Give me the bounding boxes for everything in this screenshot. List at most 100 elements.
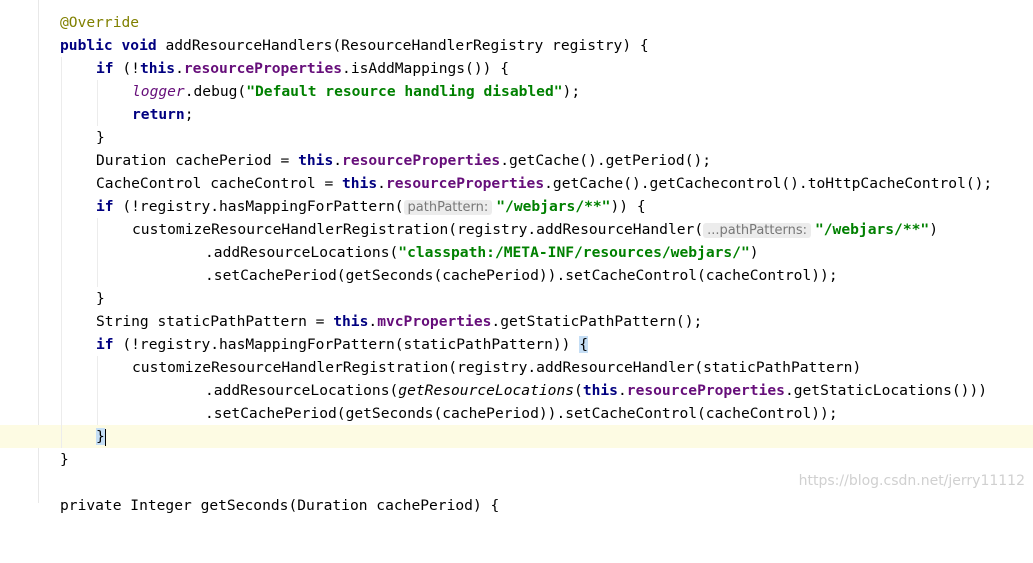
code-line[interactable]: Duration cachePeriod = this.resourceProp…	[0, 149, 1033, 172]
indent-guide	[97, 218, 98, 241]
code-token: )	[749, 244, 759, 261]
code-line[interactable]: if (!registry.hasMappingForPattern(stati…	[0, 333, 1033, 356]
code-token: .	[333, 152, 343, 169]
code-line[interactable]: }	[0, 448, 1033, 471]
code-token: .	[617, 382, 627, 399]
code-line[interactable]: public void addResourceHandlers(Resource…	[0, 34, 1033, 57]
code-token: .	[368, 313, 378, 330]
field-token: resourceProperties	[385, 175, 545, 192]
keyword-token: public	[60, 37, 113, 54]
code-line[interactable]: if (!registry.hasMappingForPattern(pathP…	[0, 195, 1033, 218]
code-token: .getCache().getCachecontrol().toHttpCach…	[544, 175, 993, 192]
code-line[interactable]: @Override	[0, 11, 1033, 34]
code-token: .setCachePeriod(getSeconds(cachePeriod))…	[205, 267, 838, 284]
indent-guide	[61, 103, 62, 126]
code-line[interactable]: }	[0, 126, 1033, 149]
code-line[interactable]: CacheControl cacheControl = this.resourc…	[0, 172, 1033, 195]
field-token: resourceProperties	[183, 60, 343, 77]
field-token: resourceProperties	[342, 152, 501, 169]
code-token: );	[562, 83, 581, 100]
keyword-token: this	[333, 313, 369, 330]
code-token: Duration cachePeriod =	[96, 152, 299, 169]
code-line[interactable]: if (!this.resourceProperties.isAddMappin…	[0, 57, 1033, 80]
code-token: .getCache().getPeriod();	[500, 152, 712, 169]
keyword-token: this	[582, 382, 618, 399]
code-line[interactable]: logger.debug("Default resource handling …	[0, 80, 1033, 103]
code-token: customizeResourceHandlerRegistration(reg…	[132, 359, 862, 376]
parameter-hint: pathPattern:	[403, 200, 493, 215]
code-token: CacheControl cacheControl =	[96, 175, 343, 192]
indent-guide	[61, 402, 62, 425]
matched-brace: {	[579, 336, 589, 353]
keyword-token: this	[139, 60, 176, 77]
keyword-token: this	[342, 175, 378, 192]
indent-guide	[61, 218, 62, 241]
keyword-token: return	[132, 106, 185, 123]
code-token: (!	[113, 60, 140, 77]
current-code-line[interactable]: }	[0, 425, 1033, 448]
closing-brace: }	[96, 290, 105, 307]
indent-guide	[61, 172, 62, 195]
indent-guide	[61, 333, 62, 356]
code-line[interactable]: return;	[0, 103, 1033, 126]
code-token: .	[175, 60, 184, 77]
code-token: ;	[184, 106, 194, 123]
indent-guide	[61, 80, 62, 103]
string-token: "Default resource handling disabled"	[246, 83, 563, 100]
indent-guide	[61, 57, 62, 80]
indent-guide	[97, 80, 98, 103]
string-token: "classpath:/META-INF/resources/webjars/"	[398, 244, 750, 261]
indent-guide	[61, 310, 62, 333]
keyword-token: if	[96, 60, 114, 77]
code-line[interactable]: .setCachePeriod(getSeconds(cachePeriod))…	[0, 264, 1033, 287]
indent-guide	[61, 195, 62, 218]
closing-brace: }	[60, 451, 69, 468]
keyword-token: this	[298, 152, 334, 169]
code-token: )	[929, 221, 939, 238]
code-token: .debug(	[184, 83, 247, 100]
indent-guide	[61, 379, 62, 402]
code-line[interactable]: private Integer getSeconds(Duration cach…	[0, 494, 1033, 517]
code-token: .isAddMappings()) {	[342, 60, 509, 77]
method-signature: addResourceHandlers(ResourceHandlerRegis…	[156, 37, 649, 54]
text-cursor	[104, 428, 106, 446]
indent-guide	[97, 264, 98, 287]
code-line[interactable]: .setCachePeriod(getSeconds(cachePeriod))…	[0, 402, 1033, 425]
indent-guide	[61, 425, 62, 448]
code-token: private Integer getSeconds(Duration cach…	[60, 497, 500, 514]
indent-guide	[97, 103, 98, 126]
indent-guide	[97, 356, 98, 379]
code-editor[interactable]: @Override public void addResourceHandler…	[0, 0, 1033, 514]
code-token: customizeResourceHandlerRegistration(reg…	[132, 221, 704, 238]
keyword-token: if	[96, 336, 114, 353]
code-token: (	[574, 382, 583, 399]
indent-guide	[61, 264, 62, 287]
string-token: "/webjars/**"	[496, 198, 611, 215]
parameter-hint: ...pathPatterns:	[703, 223, 811, 238]
indent-guide	[61, 149, 62, 172]
indent-guide	[61, 287, 62, 310]
keyword-token: if	[96, 198, 114, 215]
indent-guide	[61, 241, 62, 264]
indent-guide	[97, 379, 98, 402]
keyword-token: void	[121, 37, 157, 54]
static-method-token: getResourceLocations	[398, 382, 575, 399]
code-line[interactable]: .addResourceLocations("classpath:/META-I…	[0, 241, 1033, 264]
code-line[interactable]: .addResourceLocations(getResourceLocatio…	[0, 379, 1033, 402]
indent-guide	[97, 241, 98, 264]
code-token: (!registry.hasMappingForPattern(staticPa…	[113, 336, 580, 353]
code-token: .getStaticPathPattern();	[491, 313, 703, 330]
code-line[interactable]: customizeResourceHandlerRegistration(reg…	[0, 356, 1033, 379]
indent-guide	[61, 126, 62, 149]
code-line[interactable]: customizeResourceHandlerRegistration(reg…	[0, 218, 1033, 241]
code-token: .setCachePeriod(getSeconds(cachePeriod))…	[205, 405, 838, 422]
watermark-text: https://blog.csdn.net/jerry11112	[798, 473, 1025, 489]
matched-brace: }	[96, 428, 105, 445]
code-line[interactable]: }	[0, 287, 1033, 310]
field-token: resourceProperties	[626, 382, 785, 399]
code-line[interactable]: String staticPathPattern = this.mvcPrope…	[0, 310, 1033, 333]
code-token: .addResourceLocations(	[205, 382, 399, 399]
indent-guide	[61, 356, 62, 379]
code-token: .addResourceLocations(	[205, 244, 399, 261]
code-token: String staticPathPattern =	[96, 313, 334, 330]
